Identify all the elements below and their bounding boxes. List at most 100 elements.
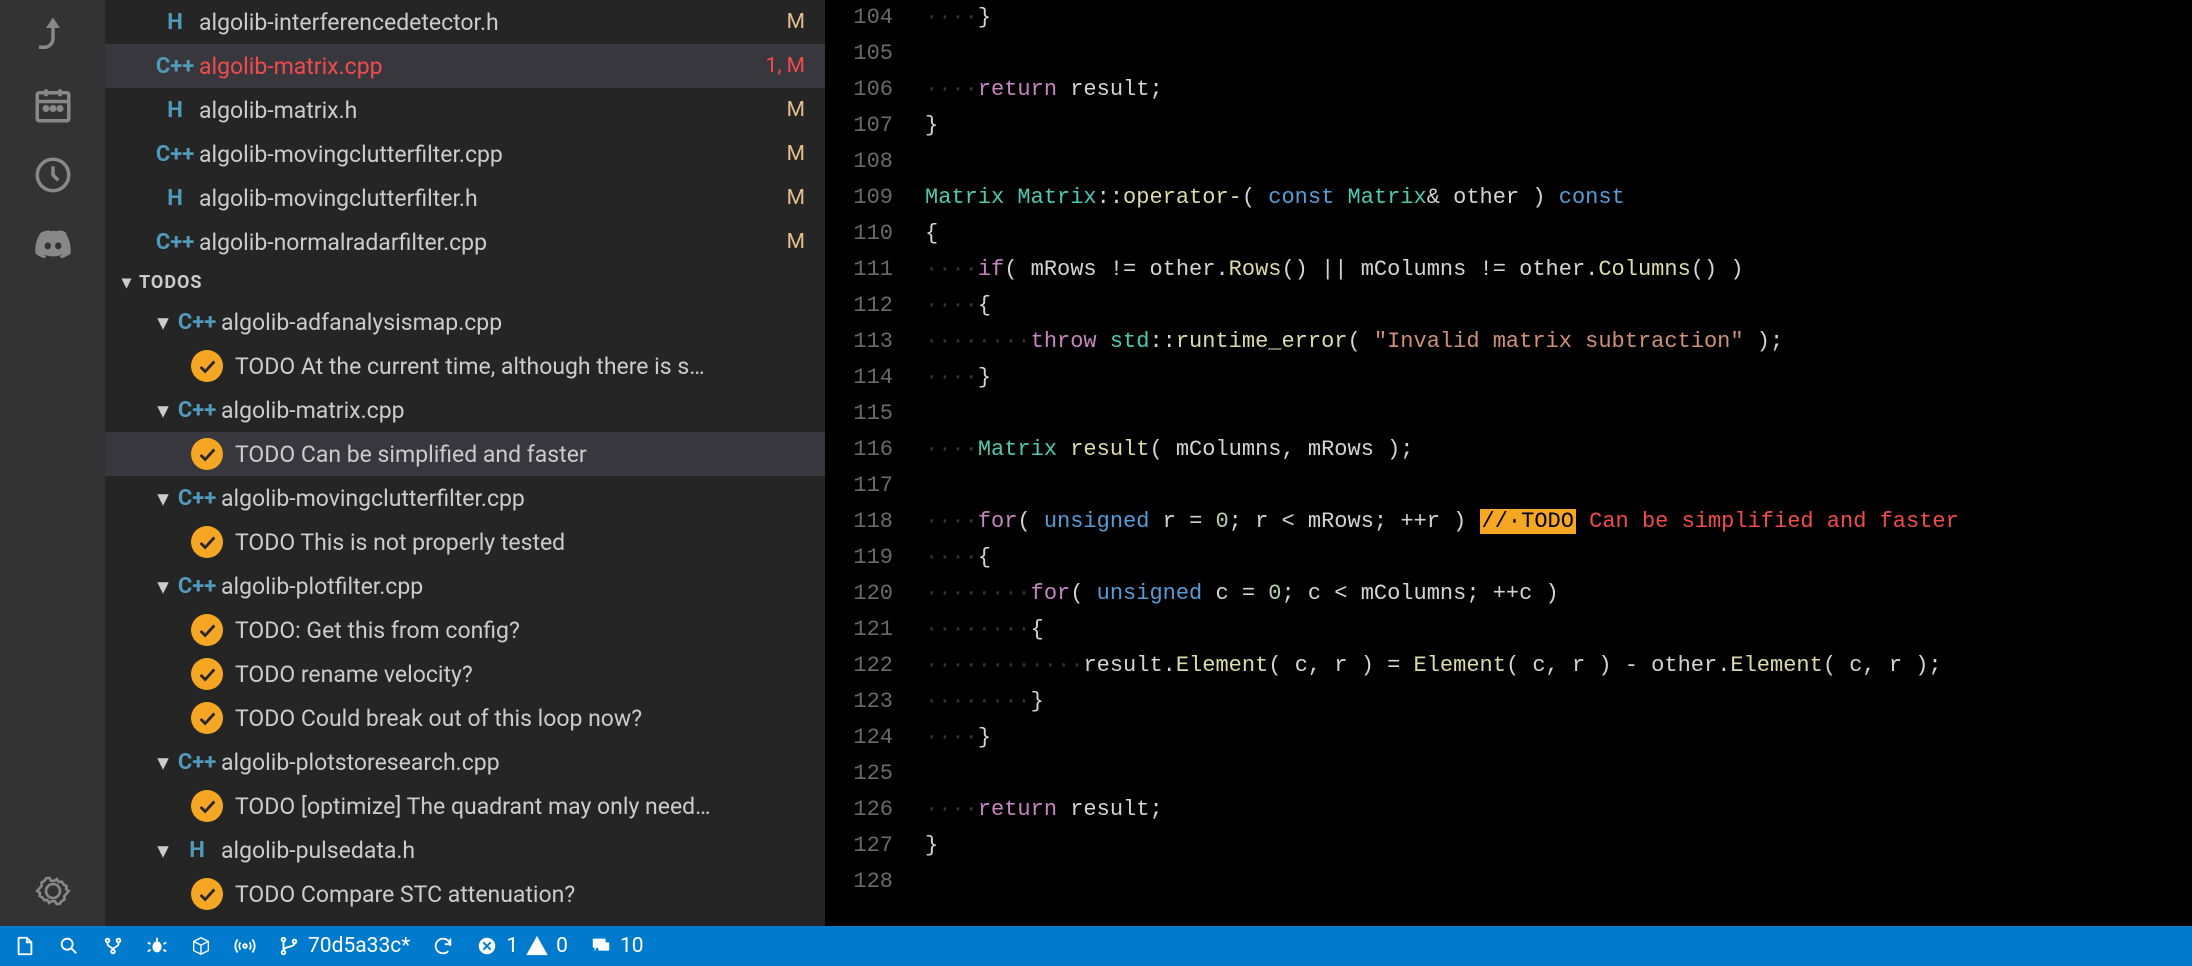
todo-file-algolib-plotstoresearch-cpp[interactable]: ▾C++algolib-plotstoresearch.cpp [105,740,825,784]
todo-item[interactable]: TODO This is not properly tested [105,520,825,564]
chevron-down-icon: ▾ [149,309,177,336]
todo-file-name: algolib-pulsedata.h [217,837,415,864]
todo-check-icon [191,350,223,382]
status-errors: 1 [506,934,518,958]
todo-text: TODO [optimize] The quadrant may only ne… [235,793,711,820]
todos-header-label: TODOS [139,272,203,293]
cpp-file-icon: C++ [177,486,217,511]
todo-check-icon [191,702,223,734]
chevron-down-icon: ▾ [115,272,139,293]
todo-text: TODO rename velocity? [235,661,473,688]
todo-text: TODO At the current time, although there… [235,353,705,380]
chevron-down-icon: ▾ [149,397,177,424]
status-branch-label: 70d5a33c* [308,934,410,958]
activity-sourcetree-icon[interactable] [18,0,88,70]
todo-file-name: algolib-adfanalysismap.cpp [217,309,502,336]
todo-check-icon [191,526,223,558]
code-content[interactable]: ····} ····return result;} Matrix Matrix:… [917,0,2192,926]
todo-file-name: algolib-plotfilter.cpp [217,573,423,600]
file-status: M [787,230,825,254]
editor[interactable]: 1041051061071081091101111121131141151161… [825,0,2192,926]
cpp-file-icon: C++ [177,574,217,599]
todo-file-algolib-matrix-cpp[interactable]: ▾C++algolib-matrix.cpp [105,388,825,432]
todo-file-name: algolib-movingclutterfilter.cpp [217,485,525,512]
todo-item[interactable]: TODO rename velocity? [105,652,825,696]
status-sync-icon[interactable] [432,935,454,957]
todo-item[interactable]: TODO At the current time, although there… [105,344,825,388]
todo-text: TODO Compare STC attenuation? [235,881,575,908]
status-comments-count: 10 [620,934,644,958]
file-status: M [787,98,825,122]
cpp-file-icon: C++ [177,398,217,423]
chevron-down-icon: ▾ [149,573,177,600]
status-problems[interactable]: 1 0 [476,934,568,958]
cpp-file-icon: C++ [155,230,195,255]
file-status: 1, M [766,54,825,78]
activity-gitgraph-icon[interactable] [18,140,88,210]
todo-text: TODO This is not properly tested [235,529,565,556]
cpp-file-icon: C++ [155,142,195,167]
file-algolib-normalradarfilter-cpp[interactable]: C++algolib-normalradarfilter.cppM [105,220,825,264]
cpp-file-icon: C++ [177,310,217,335]
chevron-down-icon: ▾ [149,485,177,512]
todo-file-algolib-plotfilter-cpp[interactable]: ▾C++algolib-plotfilter.cpp [105,564,825,608]
todo-item[interactable]: TODO Compare STC attenuation? [105,872,825,916]
activity-bar [0,0,105,926]
error-icon [476,935,498,957]
file-name: algolib-normalradarfilter.cpp [195,229,787,256]
todo-check-icon [191,658,223,690]
activity-calendar-icon[interactable] [18,70,88,140]
todo-check-icon [191,438,223,470]
status-warnings: 0 [556,934,568,958]
file-name: algolib-matrix.cpp [195,53,766,80]
file-status: M [787,186,825,210]
sidebar: Halgolib-interferencedetector.hMC++algol… [105,0,825,926]
todo-item[interactable]: TODO [optimize] The quadrant may only ne… [105,784,825,828]
file-name: algolib-movingclutterfilter.h [195,185,787,212]
todo-file-name: algolib-matrix.cpp [217,397,405,424]
status-branch[interactable]: 70d5a33c* [278,934,410,958]
todo-item[interactable]: TODO Could break out of this loop now? [105,696,825,740]
activity-discord-icon[interactable] [18,210,88,280]
file-name: algolib-interferencedetector.h [195,9,787,36]
todo-file-algolib-movingclutterfilter-cpp[interactable]: ▾C++algolib-movingclutterfilter.cpp [105,476,825,520]
chevron-down-icon: ▾ [149,837,177,864]
file-algolib-matrix-cpp[interactable]: C++algolib-matrix.cpp1, M [105,44,825,88]
warning-icon [526,935,548,957]
file-algolib-movingclutterfilter-h[interactable]: Halgolib-movingclutterfilter.hM [105,176,825,220]
cpp-file-icon: C++ [155,54,195,79]
status-bar: 70d5a33c* 1 0 10 [0,926,2192,966]
todo-file-name: algolib-plotstoresearch.cpp [217,749,500,776]
todo-item[interactable]: TODO: Get this from config? [105,608,825,652]
line-gutter: 1041051061071081091101111121131141151161… [825,0,917,926]
file-algolib-movingclutterfilter-cpp[interactable]: C++algolib-movingclutterfilter.cppM [105,132,825,176]
todo-check-icon [191,878,223,910]
status-search-icon[interactable] [58,935,80,957]
status-comments[interactable]: 10 [590,934,644,958]
status-branch-tool-icon[interactable] [102,935,124,957]
h-file-icon: H [177,838,217,863]
file-algolib-interferencedetector-h[interactable]: Halgolib-interferencedetector.hM [105,0,825,44]
todo-check-icon [191,614,223,646]
file-algolib-matrix-h[interactable]: Halgolib-matrix.hM [105,88,825,132]
file-status: M [787,142,825,166]
todo-text: TODO Can be simplified and faster [235,441,587,468]
status-debug-icon[interactable] [146,935,168,957]
git-branch-icon [278,935,300,957]
file-name: algolib-matrix.h [195,97,787,124]
activity-settings-icon[interactable] [18,856,88,926]
h-file-icon: H [155,10,195,35]
todo-file-algolib-adfanalysismap-cpp[interactable]: ▾C++algolib-adfanalysismap.cpp [105,300,825,344]
status-remote-icon[interactable] [234,935,256,957]
status-file-icon[interactable] [14,935,36,957]
status-package-icon[interactable] [190,935,212,957]
todo-file-algolib-pulsedata-h[interactable]: ▾Halgolib-pulsedata.h [105,828,825,872]
todo-item[interactable]: TODO Can be simplified and faster [105,432,825,476]
todos-section-header[interactable]: ▾ TODOS [105,264,825,300]
h-file-icon: H [155,98,195,123]
todo-text: TODO: Get this from config? [235,617,520,644]
file-status: M [787,10,825,34]
h-file-icon: H [155,186,195,211]
file-name: algolib-movingclutterfilter.cpp [195,141,787,168]
todo-check-icon [191,790,223,822]
